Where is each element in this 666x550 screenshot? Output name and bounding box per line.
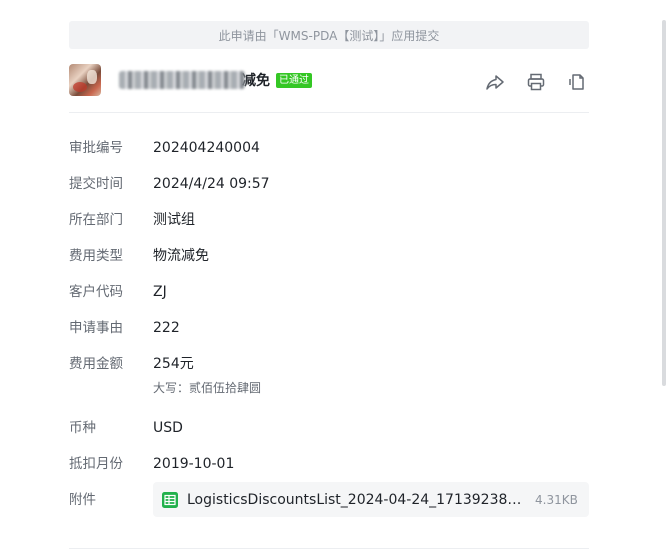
field-value: 2019-10-01 bbox=[153, 456, 235, 472]
field-label: 附件 bbox=[69, 492, 96, 508]
header-divider bbox=[69, 112, 589, 113]
approval-detail-page: 此申请由「WMS-PDA【测试】」应用提交 减免 已通过 审批编号 202404… bbox=[0, 0, 666, 550]
approval-title-text: 减免 bbox=[242, 73, 270, 89]
status-badge: 已通过 bbox=[276, 72, 312, 88]
field-label: 客户代码 bbox=[69, 284, 123, 300]
field-label: 抵扣月份 bbox=[69, 456, 123, 472]
attachment-file[interactable]: LogisticsDiscountsList_2024-04-24_171392… bbox=[153, 482, 589, 517]
approval-title: 减免 已通过 bbox=[119, 69, 312, 91]
share-icon bbox=[486, 75, 504, 90]
source-banner: 此申请由「WMS-PDA【测试】」应用提交 bbox=[69, 21, 589, 49]
field-label: 费用类型 bbox=[69, 248, 123, 264]
print-icon bbox=[527, 73, 545, 91]
copy-button[interactable] bbox=[565, 70, 589, 94]
field-value: USD bbox=[153, 420, 183, 436]
copy-icon bbox=[569, 74, 584, 90]
field-label: 费用金额 bbox=[69, 356, 123, 372]
print-button[interactable] bbox=[524, 70, 548, 94]
attachment-file-size: 4.31KB bbox=[535, 492, 578, 507]
field-value: 物流减免 bbox=[153, 248, 209, 264]
field-value: 222 bbox=[153, 320, 180, 336]
field-label: 币种 bbox=[69, 420, 96, 436]
header-actions bbox=[466, 70, 589, 94]
avatar[interactable] bbox=[69, 64, 101, 96]
field-value: 254元 bbox=[153, 356, 194, 372]
redacted-title-blur bbox=[119, 71, 245, 89]
field-label: 审批编号 bbox=[69, 140, 123, 156]
field-label: 提交时间 bbox=[69, 176, 123, 192]
share-button[interactable] bbox=[483, 70, 507, 94]
field-label: 所在部门 bbox=[69, 212, 123, 228]
footer-divider bbox=[69, 548, 589, 549]
approval-header: 减免 已通过 bbox=[69, 64, 589, 100]
attachment-file-name[interactable]: LogisticsDiscountsList_2024-04-24_171392… bbox=[187, 492, 527, 508]
field-value: ZJ bbox=[153, 284, 167, 300]
vertical-scrollbar[interactable] bbox=[662, 20, 666, 386]
amount-in-words: 大写：贰佰伍拾肆圆 bbox=[153, 381, 262, 395]
field-value: 2024/4/24 09:57 bbox=[153, 176, 270, 192]
field-label: 申请事由 bbox=[69, 320, 123, 336]
field-value: 202404240004 bbox=[153, 140, 260, 156]
spreadsheet-file-icon bbox=[162, 491, 178, 508]
field-value: 测试组 bbox=[153, 212, 195, 228]
